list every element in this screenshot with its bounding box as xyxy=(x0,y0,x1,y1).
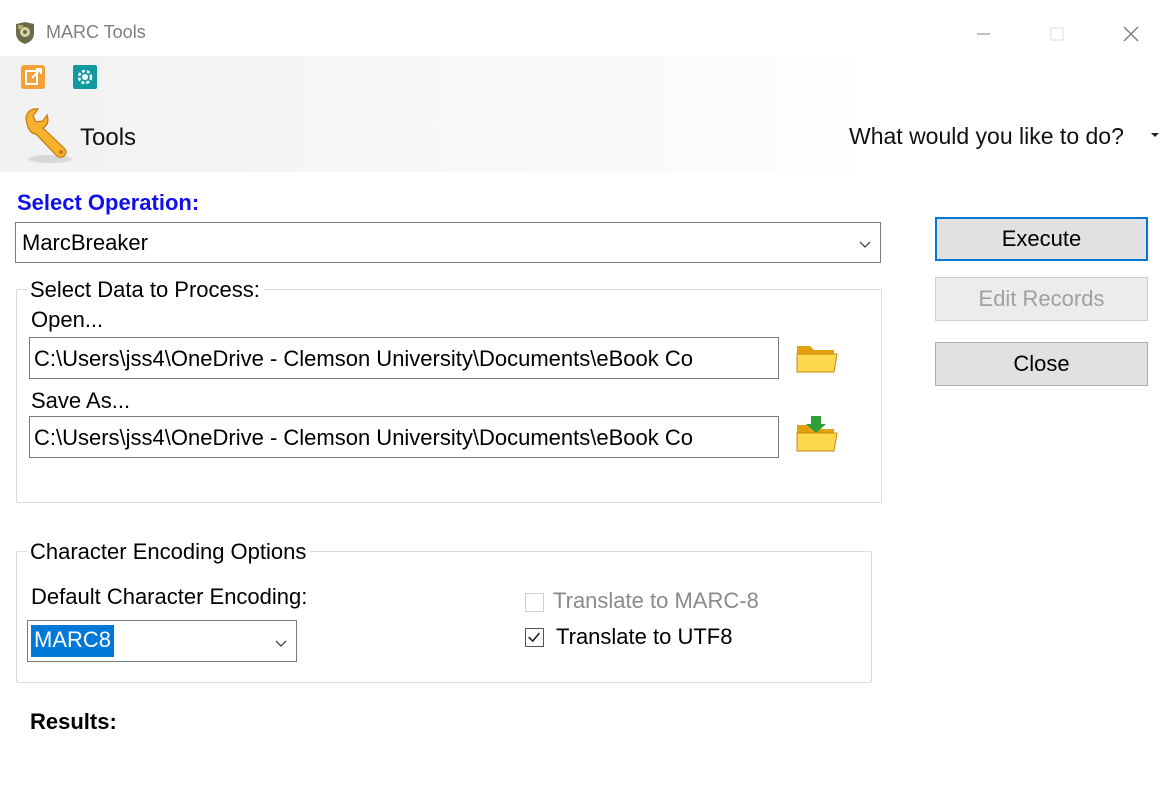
close-window-button[interactable] xyxy=(1108,14,1154,54)
save-path-input[interactable]: C:\Users\jss4\OneDrive - Clemson Univers… xyxy=(29,416,779,458)
data-group-title: Select Data to Process: xyxy=(27,277,264,303)
checkmark-icon xyxy=(528,632,541,643)
save-path-value: C:\Users\jss4\OneDrive - Clemson Univers… xyxy=(34,425,693,450)
open-path-value: C:\Users\jss4\OneDrive - Clemson Univers… xyxy=(34,346,693,371)
maximize-button[interactable] xyxy=(1034,14,1080,54)
wrench-icon xyxy=(25,108,72,163)
edit-records-button[interactable]: Edit Records xyxy=(935,277,1148,321)
close-button[interactable]: Close xyxy=(935,342,1148,386)
operation-select[interactable]: MarcBreaker xyxy=(15,222,881,263)
translate-marc8-label: Translate to MARC-8 xyxy=(553,588,759,613)
open-folder-icon[interactable] xyxy=(794,337,840,377)
open-label: Open... xyxy=(31,307,104,332)
ribbon xyxy=(0,56,1169,172)
operation-selected-value: MarcBreaker xyxy=(22,230,148,255)
encoding-selected-value: MARC8 xyxy=(31,625,115,657)
chevron-down-icon xyxy=(859,241,871,248)
translate-marc8-checkbox[interactable] xyxy=(525,593,544,612)
execute-button[interactable]: Execute xyxy=(935,217,1148,261)
dropdown-arrow-icon[interactable] xyxy=(1150,130,1160,140)
results-label: Results: xyxy=(30,709,117,734)
chevron-down-icon xyxy=(275,640,287,647)
tools-tab-label[interactable]: Tools xyxy=(80,124,136,152)
encoding-group-title: Character Encoding Options xyxy=(27,539,311,565)
open-path-input[interactable]: C:\Users\jss4\OneDrive - Clemson Univers… xyxy=(29,337,779,379)
default-encoding-label: Default Character Encoding: xyxy=(31,584,308,609)
export-icon[interactable] xyxy=(20,64,46,90)
app-icon xyxy=(16,22,34,44)
translate-utf8-checkbox[interactable] xyxy=(525,628,544,647)
settings-gear-icon[interactable] xyxy=(72,64,98,90)
select-operation-label: Select Operation: xyxy=(17,190,200,215)
minimize-button[interactable] xyxy=(960,14,1006,54)
translate-utf8-label: Translate to UTF8 xyxy=(556,624,733,649)
encoding-select[interactable]: MARC8 xyxy=(27,620,297,662)
save-as-label: Save As... xyxy=(31,388,131,413)
what-would-you-like-search[interactable]: What would you like to do? xyxy=(849,123,1124,150)
encoding-group-box xyxy=(16,551,872,683)
save-folder-icon[interactable] xyxy=(794,413,840,453)
window-title: MARC Tools xyxy=(46,22,146,42)
data-group-box xyxy=(16,289,882,503)
